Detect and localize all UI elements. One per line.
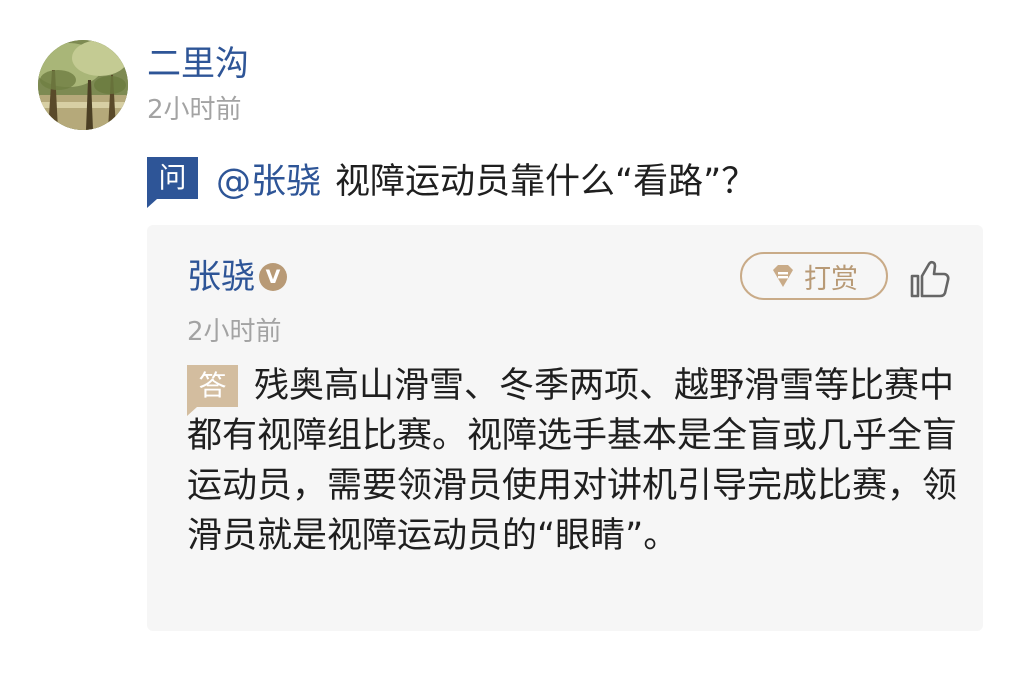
answer-badge: 答 (187, 365, 238, 416)
avatar-image (38, 40, 128, 130)
post-timestamp: 2小时前 (147, 95, 242, 125)
post-screen: 二里沟 2小时前 问 @张骁 视障运动员靠什么“看路”？ 张骁 V 打赏 2小时… (0, 0, 1023, 675)
username[interactable]: 二里沟 (147, 42, 249, 86)
question-text: 视障运动员靠什么“看路”？ (335, 161, 757, 202)
mention-link[interactable]: @张骁 (216, 153, 321, 204)
question-line: 问 @张骁 视障运动员靠什么“看路”？ (147, 152, 757, 208)
tip-label: 打赏 (804, 263, 858, 295)
tip-icon (773, 265, 793, 287)
question-badge: 问 (147, 157, 198, 208)
answer-card: 张骁 V 打赏 2小时前 答残奥高山滑雪、冬季两项、越野滑雪等比赛中都有视障组比… (147, 225, 983, 631)
avatar[interactable] (38, 40, 128, 130)
answerer-header: 张骁 V (187, 256, 287, 298)
tip-button[interactable]: 打赏 (740, 252, 888, 300)
answer-text: 残奥高山滑雪、冬季两项、越野滑雪等比赛中都有视障组比赛。视障选手基本是全盲或几乎… (187, 366, 958, 556)
thumbs-up-icon[interactable] (909, 258, 951, 300)
verified-v-icon: V (259, 263, 287, 291)
answer-body: 答残奥高山滑雪、冬季两项、越野滑雪等比赛中都有视障组比赛。视障选手基本是全盲或几… (187, 361, 957, 561)
answer-timestamp: 2小时前 (187, 317, 282, 347)
answerer-name[interactable]: 张骁 (187, 256, 255, 298)
